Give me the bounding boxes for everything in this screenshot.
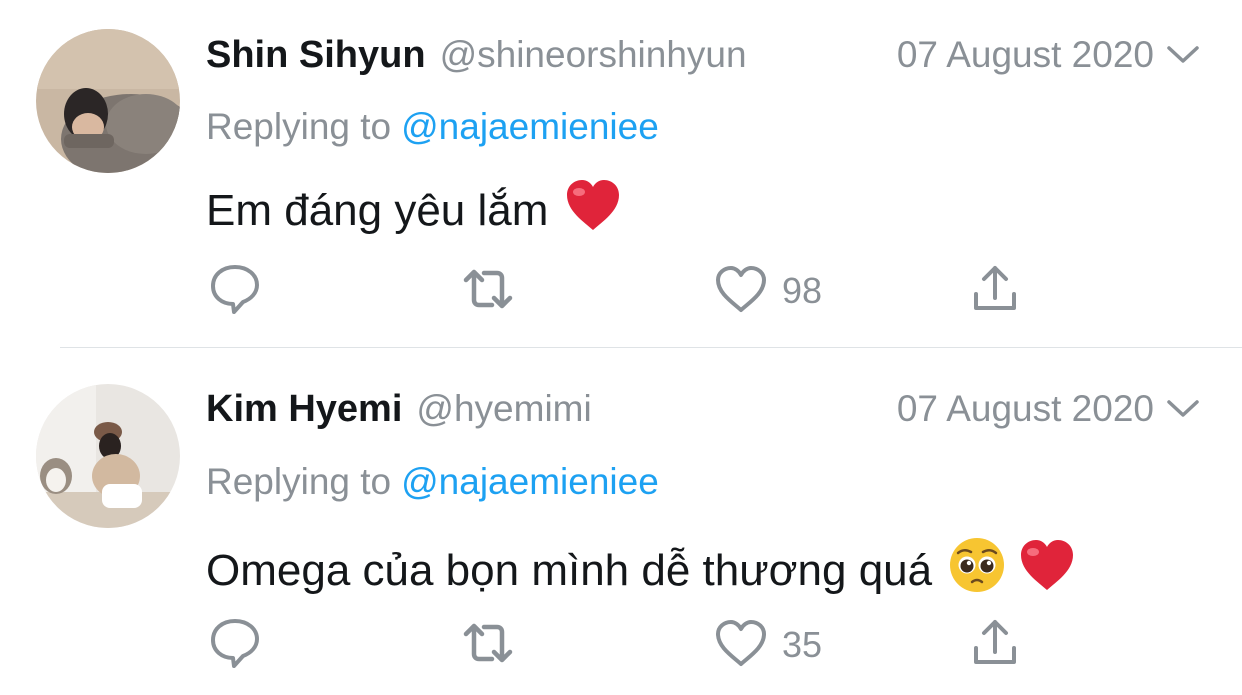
reply-button[interactable] — [208, 617, 262, 673]
pleading-face-emoji — [948, 536, 1006, 605]
share-button[interactable] — [970, 617, 1020, 673]
tweet-actions: 98 — [206, 263, 1036, 319]
retweet-icon — [460, 262, 516, 321]
tweet-body: Em đáng yêu lắm — [206, 185, 549, 235]
tweet-body: Omega của bọn mình dễ thương quá — [206, 545, 933, 595]
tweet-text: Omega của bọn mình dễ thương quá — [206, 536, 1076, 605]
reply-button[interactable] — [208, 263, 262, 319]
share-icon — [970, 262, 1020, 321]
like-icon — [714, 264, 768, 319]
like-icon — [714, 618, 768, 673]
reply-icon — [208, 616, 262, 675]
like-button[interactable]: 98 — [714, 263, 822, 319]
chevron-down-icon[interactable] — [1164, 397, 1202, 421]
display-name[interactable]: Shin Sihyun — [206, 34, 426, 77]
tweet-item[interactable]: Shin Sihyun @shineorshinhyun 07 August 2… — [0, 0, 1242, 348]
replying-prefix: Replying to — [206, 461, 392, 502]
like-count: 98 — [782, 270, 823, 311]
reply-icon — [208, 262, 262, 321]
replying-prefix: Replying to — [206, 106, 392, 147]
retweet-button[interactable] — [460, 263, 516, 319]
share-button[interactable] — [970, 263, 1020, 319]
avatar[interactable] — [36, 384, 180, 528]
user-handle[interactable]: @shineorshinhyun — [440, 34, 747, 76]
avatar[interactable] — [36, 29, 180, 173]
display-name[interactable]: Kim Hyemi — [206, 388, 402, 431]
tweet-actions: 35 — [206, 617, 1036, 673]
retweet-icon — [460, 616, 516, 675]
red-heart-emoji — [1018, 538, 1076, 603]
share-icon — [970, 616, 1020, 675]
tweet-date: 07 August 2020 — [896, 34, 1154, 75]
tweet-date: 07 August 2020 — [896, 388, 1154, 429]
tweet-item[interactable]: Kim Hyemi @hyemimi 07 August 2020 Replyi… — [0, 349, 1242, 695]
user-handle[interactable]: @hyemimi — [416, 388, 591, 430]
replying-to-link[interactable]: @najaemieniee — [401, 461, 659, 502]
retweet-button[interactable] — [460, 617, 516, 673]
tweet-text: Em đáng yêu lắm — [206, 178, 622, 243]
like-count: 35 — [782, 624, 823, 665]
chevron-down-icon[interactable] — [1164, 43, 1202, 67]
like-button[interactable]: 35 — [714, 617, 822, 673]
red-heart-emoji — [564, 178, 622, 243]
replying-to-line: Replying to @najaemieniee — [206, 461, 659, 503]
tweet-divider — [60, 347, 1242, 348]
replying-to-link[interactable]: @najaemieniee — [401, 106, 659, 147]
replying-to-line: Replying to @najaemieniee — [206, 106, 659, 148]
